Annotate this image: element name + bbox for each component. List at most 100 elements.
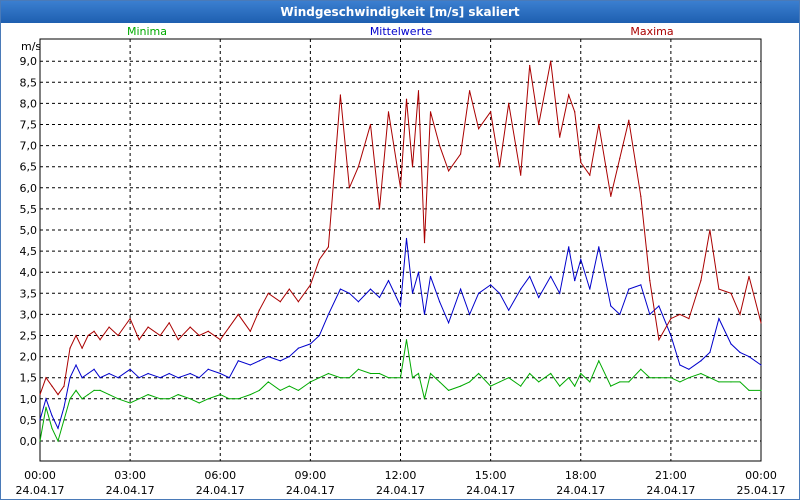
data-point-minima	[490, 385, 492, 387]
data-point-maxima	[598, 123, 600, 126]
data-point-mittelwerte	[189, 372, 191, 375]
data-point-mittelwerte	[279, 360, 281, 362]
data-point-minima	[478, 372, 480, 375]
data-point-minima	[93, 389, 95, 391]
data-point-maxima	[748, 275, 750, 278]
data-point-minima	[610, 385, 612, 387]
x-tick-date: 24.04.17	[16, 484, 65, 497]
data-point-mittelwerte	[81, 377, 83, 379]
data-point-maxima	[369, 123, 372, 126]
data-point-minima	[57, 440, 59, 442]
data-point-mittelwerte	[228, 377, 230, 379]
data-point-minima	[99, 389, 101, 391]
data-point-mittelwerte	[69, 377, 71, 379]
data-point-mittelwerte	[168, 372, 170, 375]
data-point-maxima	[417, 90, 420, 92]
data-point-minima	[348, 377, 351, 379]
data-point-mittelwerte	[249, 364, 251, 366]
data-point-maxima	[279, 301, 281, 303]
x-tick-date: 24.04.17	[286, 484, 335, 497]
data-point-mittelwerte	[369, 288, 372, 290]
data-point-minima	[309, 381, 311, 383]
data-point-minima	[117, 398, 119, 400]
data-point-minima	[129, 402, 131, 404]
data-point-minima	[228, 398, 230, 400]
data-point-mittelwerte	[138, 377, 140, 379]
data-point-minima	[423, 398, 426, 400]
data-point-maxima	[138, 339, 140, 341]
x-tick-time: 09:00	[295, 469, 327, 482]
data-point-minima	[279, 389, 281, 391]
data-point-maxima	[538, 123, 540, 126]
data-point-mittelwerte	[405, 237, 408, 240]
data-point-minima	[339, 377, 342, 379]
data-point-maxima	[45, 377, 47, 379]
data-point-maxima	[189, 326, 191, 328]
data-point-minima	[207, 398, 209, 400]
data-point-maxima	[207, 330, 209, 332]
data-point-maxima	[405, 98, 408, 100]
data-point-maxima	[739, 313, 741, 315]
data-point-mittelwerte	[748, 356, 750, 358]
data-point-maxima	[700, 280, 702, 282]
data-point-mittelwerte	[700, 360, 702, 362]
data-point-maxima	[99, 339, 101, 341]
data-point-maxima	[550, 60, 552, 62]
data-point-mittelwerte	[580, 258, 582, 261]
x-tick-date: 24.04.17	[466, 484, 515, 497]
data-point-maxima	[478, 128, 480, 130]
data-point-mittelwerte	[129, 368, 131, 370]
data-point-mittelwerte	[45, 398, 47, 400]
data-point-mittelwerte	[508, 309, 510, 311]
data-point-mittelwerte	[423, 313, 426, 315]
y-tick-label: 7,0	[20, 140, 38, 153]
data-point-maxima	[81, 347, 83, 349]
data-point-maxima	[357, 166, 360, 168]
data-point-maxima	[297, 301, 299, 303]
data-point-minima	[357, 368, 360, 370]
data-point-mittelwerte	[357, 301, 360, 303]
data-point-maxima	[318, 258, 320, 261]
data-point-mittelwerte	[309, 343, 311, 345]
data-point-mittelwerte	[490, 284, 492, 286]
data-point-minima	[417, 372, 420, 375]
data-point-maxima	[129, 318, 131, 320]
x-tick-time: 21:00	[655, 469, 687, 482]
data-point-maxima	[327, 246, 329, 248]
data-point-mittelwerte	[159, 377, 161, 379]
data-point-maxima	[628, 119, 630, 121]
data-point-maxima	[258, 309, 260, 311]
data-point-minima	[709, 377, 711, 379]
data-point-mittelwerte	[288, 356, 290, 358]
data-point-maxima	[468, 90, 471, 92]
legend-maxima: Maxima	[630, 25, 673, 38]
data-point-minima	[51, 427, 53, 429]
data-point-mittelwerte	[550, 275, 552, 278]
data-point-mittelwerte	[538, 296, 540, 299]
x-tick-date: 24.04.17	[196, 484, 245, 497]
data-point-minima	[159, 398, 161, 400]
data-point-maxima	[267, 292, 269, 294]
data-point-maxima	[219, 339, 221, 341]
y-axis-unit: m/s	[21, 40, 41, 53]
data-point-maxima	[423, 242, 426, 244]
x-tick-time: 03:00	[114, 469, 146, 482]
y-tick-label: 9,0	[20, 55, 38, 68]
data-point-mittelwerte	[219, 372, 221, 375]
data-point-mittelwerte	[348, 292, 351, 294]
data-point-maxima	[447, 170, 450, 172]
data-point-mittelwerte	[75, 364, 77, 366]
data-point-maxima	[429, 111, 432, 113]
data-point-mittelwerte	[318, 334, 320, 337]
data-point-mittelwerte	[297, 347, 299, 349]
data-point-mittelwerte	[198, 377, 200, 379]
data-point-maxima	[87, 334, 89, 337]
data-point-mittelwerte	[147, 372, 149, 375]
data-point-mittelwerte	[117, 377, 119, 379]
data-point-mittelwerte	[574, 280, 576, 282]
y-tick-label: 5,0	[20, 224, 38, 237]
y-tick-label: 8,0	[20, 97, 38, 110]
data-point-mittelwerte	[619, 313, 621, 315]
legend-mittelwerte: Mittelwerte	[370, 25, 433, 38]
data-point-minima	[718, 381, 720, 383]
